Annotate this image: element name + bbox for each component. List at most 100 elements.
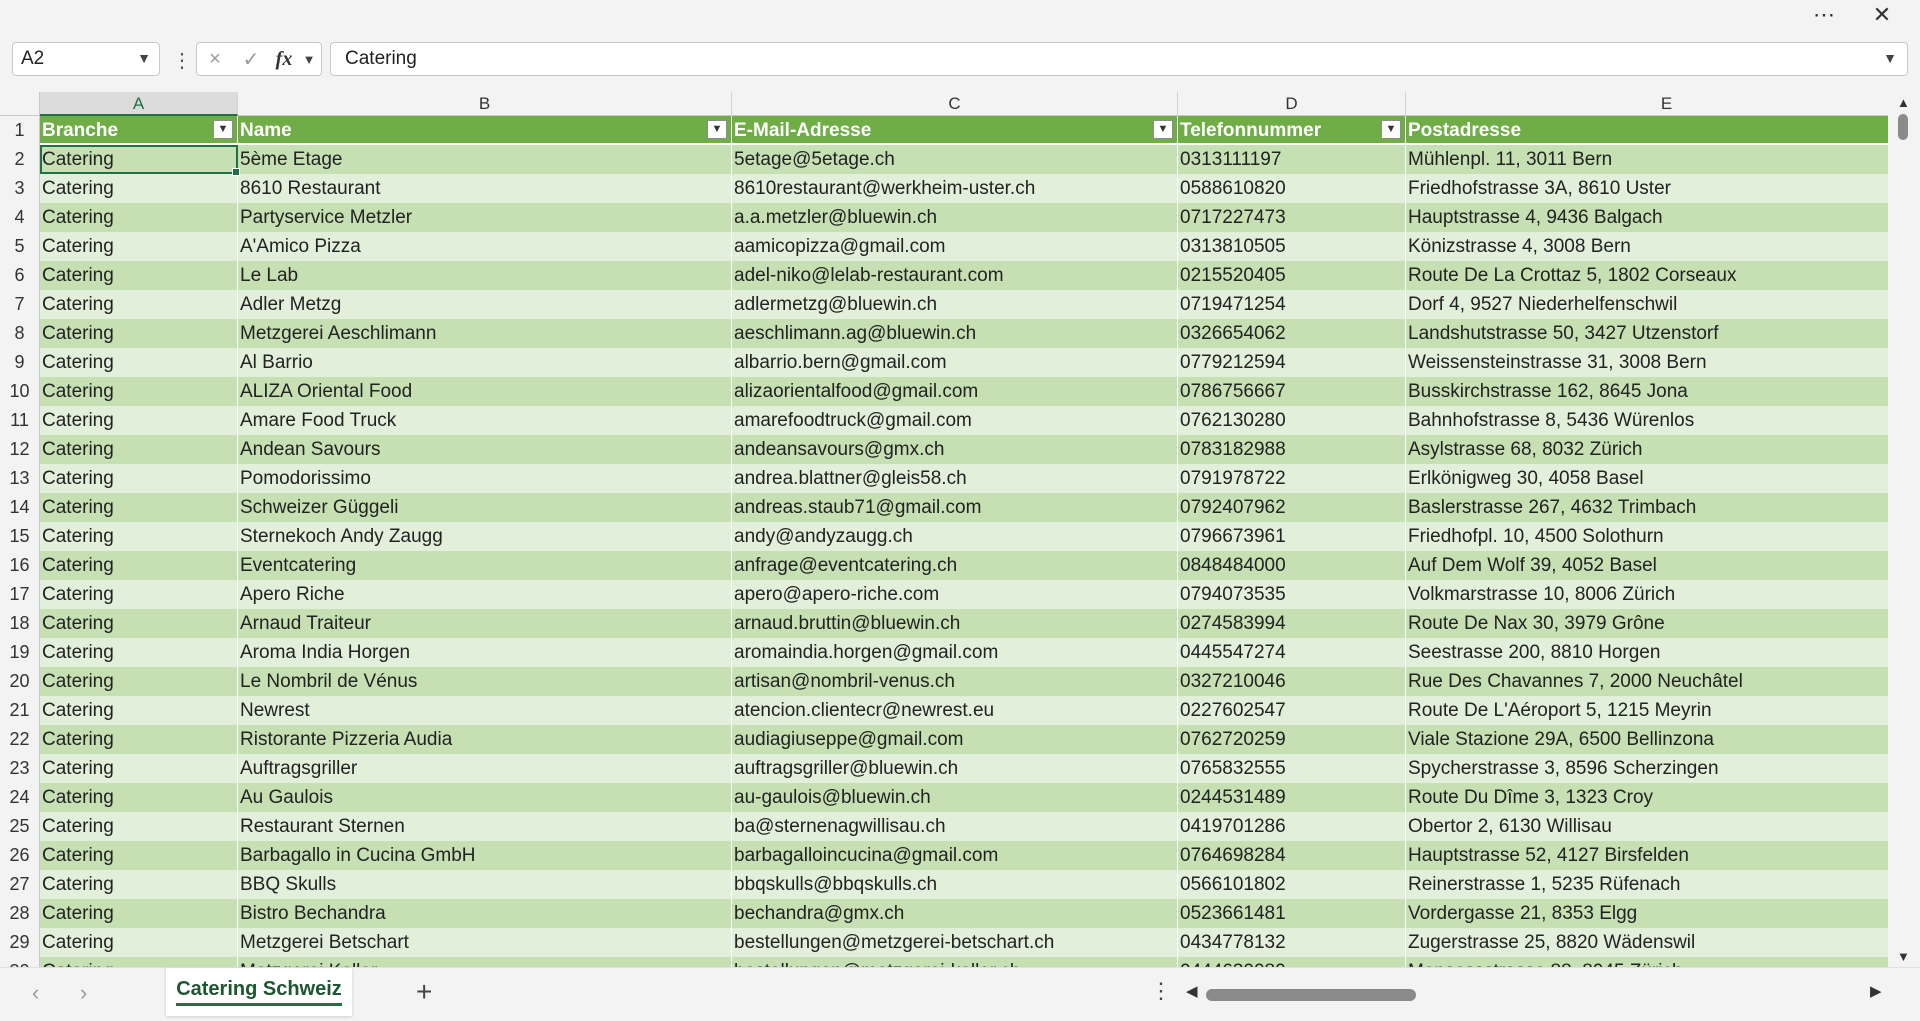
close-icon[interactable]: ✕ xyxy=(1864,1,1900,29)
table-cell[interactable]: Bahnhofstrasse 8, 5436 Würenlos xyxy=(1406,406,1920,435)
table-cell[interactable]: 0444630080 xyxy=(1178,957,1406,967)
table-cell[interactable]: Asylstrasse 68, 8032 Zürich xyxy=(1406,435,1920,464)
table-cell[interactable]: 8610restaurant@werkheim-uster.ch xyxy=(732,174,1178,203)
table-cell[interactable]: Catering xyxy=(40,348,238,377)
table-cell[interactable]: Vordergasse 21, 8353 Elgg xyxy=(1406,899,1920,928)
table-cell[interactable]: andrea.blattner@gleis58.ch xyxy=(732,464,1178,493)
table-cell[interactable]: 0419701286 xyxy=(1178,812,1406,841)
table-cell[interactable]: Catering xyxy=(40,145,238,174)
table-cell[interactable]: Catering xyxy=(40,203,238,232)
filter-dropdown-icon[interactable]: ▼ xyxy=(213,120,233,139)
header-cell[interactable]: Telefonnummer ▼ xyxy=(1178,116,1406,145)
table-cell[interactable]: 0783182988 xyxy=(1178,435,1406,464)
row-header[interactable]: 3 xyxy=(0,174,40,203)
table-cell[interactable]: Friedhofpl. 10, 4500 Solothurn xyxy=(1406,522,1920,551)
column-header-a[interactable]: A xyxy=(40,92,238,116)
table-cell[interactable]: Erlkönigweg 30, 4058 Basel xyxy=(1406,464,1920,493)
table-cell[interactable]: Le Nombril de Vénus xyxy=(238,667,732,696)
table-cell[interactable]: Apero Riche xyxy=(238,580,732,609)
table-cell[interactable]: 0566101802 xyxy=(1178,870,1406,899)
table-cell[interactable]: 0791978722 xyxy=(1178,464,1406,493)
chevron-down-icon[interactable]: ▼ xyxy=(137,50,151,66)
sheet-tab-catering-schweiz[interactable]: Catering Schweiz xyxy=(166,968,352,1016)
table-cell[interactable]: Metzgerei Aeschlimann xyxy=(238,319,732,348)
table-cell[interactable]: Catering xyxy=(40,928,238,957)
table-cell[interactable]: aromaindia.horgen@gmail.com xyxy=(732,638,1178,667)
table-cell[interactable]: bestellungen@metzgerei-keller.ch xyxy=(732,957,1178,967)
table-cell[interactable]: 0762130280 xyxy=(1178,406,1406,435)
table-cell[interactable]: 0215520405 xyxy=(1178,261,1406,290)
table-cell[interactable]: Catering xyxy=(40,696,238,725)
column-header-c[interactable]: C xyxy=(732,92,1178,116)
spreadsheet-grid[interactable]: A B C D E 1 Branche ▼ Name ▼ E-Mail-Adresse ▼ Telefo… xyxy=(0,92,1920,967)
table-cell[interactable]: 0794073535 xyxy=(1178,580,1406,609)
row-header[interactable]: 4 xyxy=(0,203,40,232)
table-cell[interactable]: Könizstrasse 4, 3008 Bern xyxy=(1406,232,1920,261)
table-cell[interactable]: 0327210046 xyxy=(1178,667,1406,696)
table-cell[interactable]: bechandra@gmx.ch xyxy=(732,899,1178,928)
filter-dropdown-icon[interactable]: ▼ xyxy=(707,120,727,139)
table-cell[interactable]: Adler Metzg xyxy=(238,290,732,319)
column-header-b[interactable]: B xyxy=(238,92,732,116)
table-cell[interactable]: Seestrasse 200, 8810 Horgen xyxy=(1406,638,1920,667)
row-header[interactable]: 8 xyxy=(0,319,40,348)
scroll-left-icon[interactable]: ◀ xyxy=(1186,982,1198,1000)
table-cell[interactable]: Volkmarstrasse 10, 8006 Zürich xyxy=(1406,580,1920,609)
table-cell[interactable]: adel-niko@lelab-restaurant.com xyxy=(732,261,1178,290)
table-cell[interactable]: Newrest xyxy=(238,696,732,725)
row-header[interactable]: 23 xyxy=(0,754,40,783)
cancel-icon[interactable]: × xyxy=(197,48,233,71)
next-sheet-icon[interactable]: › xyxy=(80,980,87,1006)
table-cell[interactable]: Le Lab xyxy=(238,261,732,290)
row-header[interactable]: 20 xyxy=(0,667,40,696)
table-cell[interactable]: 8610 Restaurant xyxy=(238,174,732,203)
table-cell[interactable]: Auf Dem Wolf 39, 4052 Basel xyxy=(1406,551,1920,580)
row-header[interactable]: 15 xyxy=(0,522,40,551)
table-cell[interactable]: Catering xyxy=(40,638,238,667)
table-cell[interactable]: Sternekoch Andy Zaugg xyxy=(238,522,732,551)
table-cell[interactable]: 0717227473 xyxy=(1178,203,1406,232)
table-cell[interactable]: Aroma India Horgen xyxy=(238,638,732,667)
column-header-d[interactable]: D xyxy=(1178,92,1406,116)
table-cell[interactable]: Amare Food Truck xyxy=(238,406,732,435)
table-cell[interactable]: auftragsgriller@bluewin.ch xyxy=(732,754,1178,783)
table-cell[interactable]: Al Barrio xyxy=(238,348,732,377)
table-cell[interactable]: aamicopizza@gmail.com xyxy=(732,232,1178,261)
table-cell[interactable]: Reinerstrasse 1, 5235 Rüfenach xyxy=(1406,870,1920,899)
table-cell[interactable]: Catering xyxy=(40,841,238,870)
table-cell[interactable]: Restaurant Sternen xyxy=(238,812,732,841)
table-cell[interactable]: Metzgerei Betschart xyxy=(238,928,732,957)
row-header[interactable]: 13 xyxy=(0,464,40,493)
table-cell[interactable]: BBQ Skulls xyxy=(238,870,732,899)
table-cell[interactable]: 0523661481 xyxy=(1178,899,1406,928)
row-header[interactable]: 29 xyxy=(0,928,40,957)
table-cell[interactable]: audiagiuseppe@gmail.com xyxy=(732,725,1178,754)
table-cell[interactable]: Spycherstrasse 3, 8596 Scherzingen xyxy=(1406,754,1920,783)
table-cell[interactable]: Catering xyxy=(40,783,238,812)
table-cell[interactable]: aeschlimann.ag@bluewin.ch xyxy=(732,319,1178,348)
table-cell[interactable]: a.a.metzler@bluewin.ch xyxy=(732,203,1178,232)
table-cell[interactable]: 0786756667 xyxy=(1178,377,1406,406)
table-cell[interactable]: 0765832555 xyxy=(1178,754,1406,783)
table-cell[interactable]: Catering xyxy=(40,377,238,406)
table-cell[interactable]: ba@sternenagwillisau.ch xyxy=(732,812,1178,841)
expand-formula-icon[interactable]: ▼ xyxy=(1883,50,1897,66)
table-cell[interactable]: 0796673961 xyxy=(1178,522,1406,551)
table-cell[interactable]: artisan@nombril-venus.ch xyxy=(732,667,1178,696)
table-cell[interactable]: arnaud.bruttin@bluewin.ch xyxy=(732,609,1178,638)
table-cell[interactable]: Catering xyxy=(40,899,238,928)
table-cell[interactable]: Andean Savours xyxy=(238,435,732,464)
horizontal-scroll-thumb[interactable] xyxy=(1206,989,1416,1001)
table-cell[interactable]: au-gaulois@bluewin.ch xyxy=(732,783,1178,812)
table-cell[interactable]: Dorf 4, 9527 Niederhelfenschwil xyxy=(1406,290,1920,319)
row-header[interactable]: 16 xyxy=(0,551,40,580)
table-cell[interactable]: andy@andyzaugg.ch xyxy=(732,522,1178,551)
table-cell[interactable]: 0848484000 xyxy=(1178,551,1406,580)
table-cell[interactable]: Au Gaulois xyxy=(238,783,732,812)
table-cell[interactable]: 0792407962 xyxy=(1178,493,1406,522)
table-cell[interactable]: Catering xyxy=(40,493,238,522)
table-cell[interactable]: bestellungen@metzgerei-betschart.ch xyxy=(732,928,1178,957)
table-cell[interactable]: Pomodorissimo xyxy=(238,464,732,493)
table-cell[interactable]: 0313810505 xyxy=(1178,232,1406,261)
table-cell[interactable]: albarrio.bern@gmail.com xyxy=(732,348,1178,377)
